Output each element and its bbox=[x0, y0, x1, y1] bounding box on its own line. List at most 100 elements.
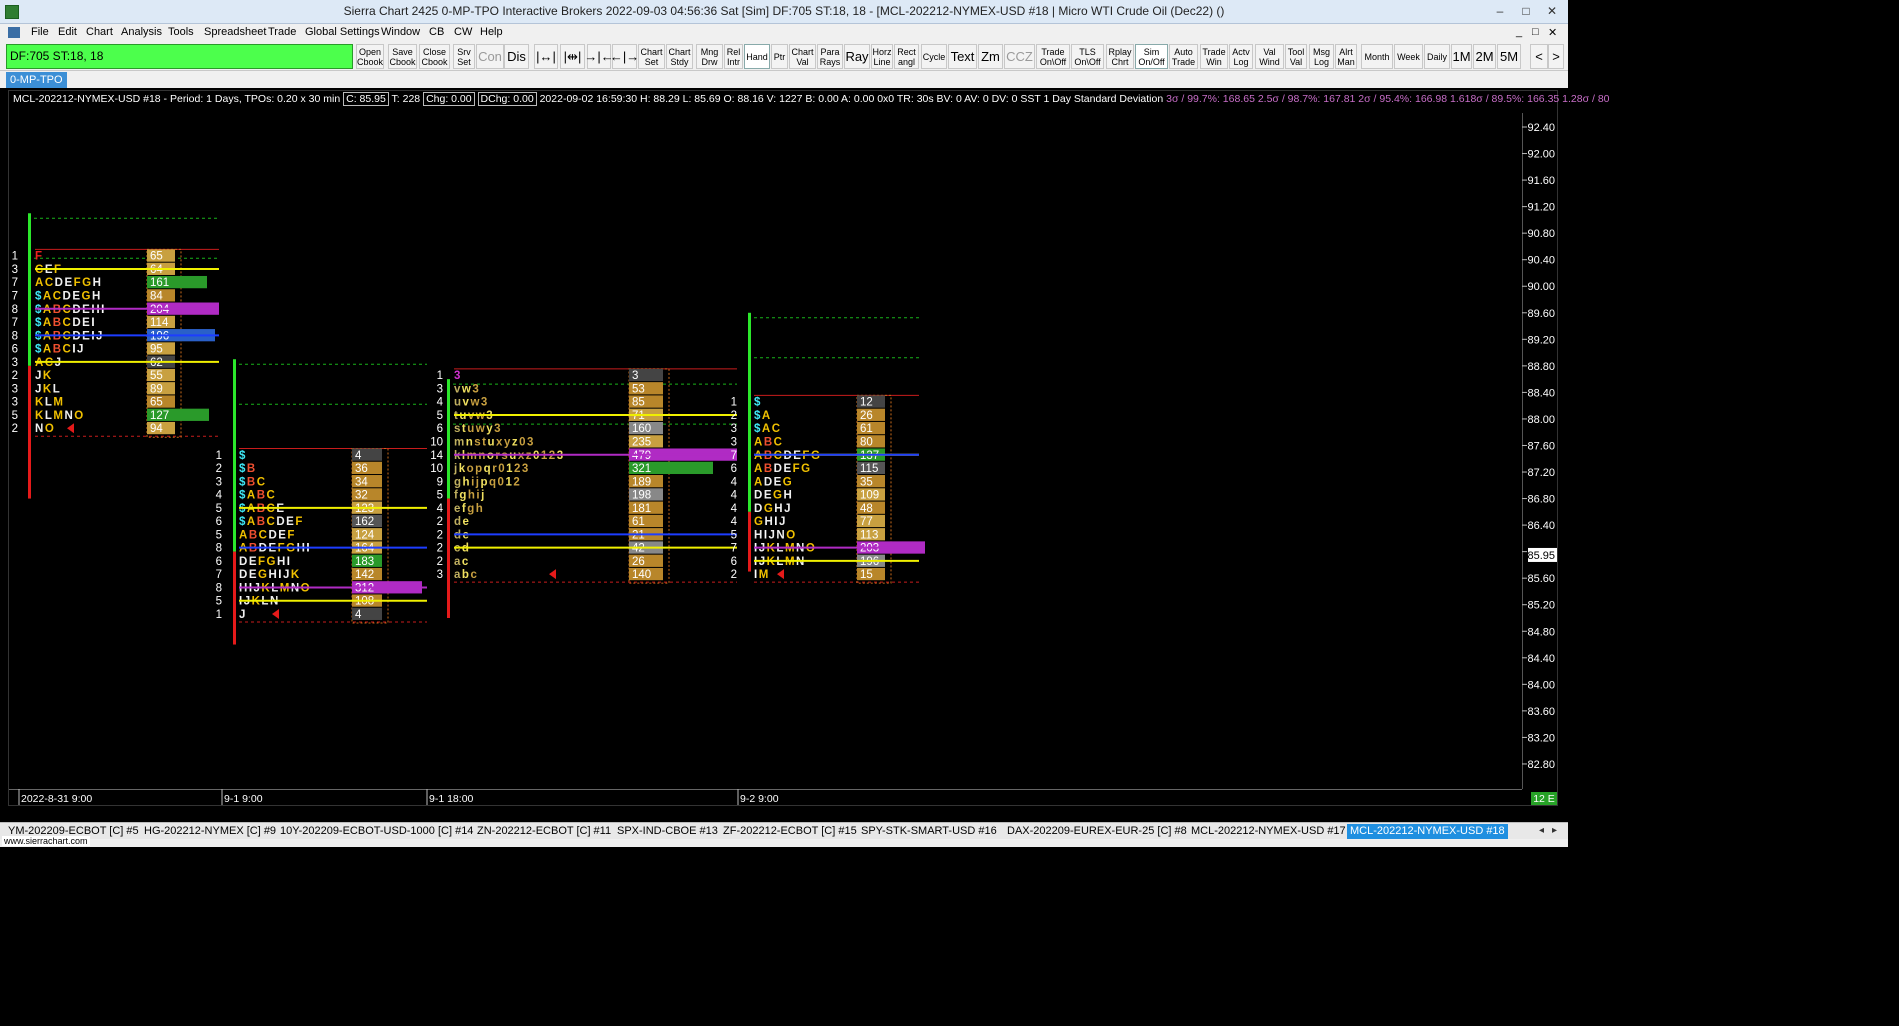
chart-tab-4[interactable]: SPX-IND-CBOE #13 bbox=[617, 824, 718, 839]
profile-range-bar-up bbox=[748, 312, 751, 512]
menu-tools[interactable]: Tools bbox=[168, 26, 194, 38]
tpo-count: 2 bbox=[731, 410, 737, 422]
toolbar-button-tls-on-off[interactable]: TLS On\Off bbox=[1071, 44, 1104, 69]
menu-help[interactable]: Help bbox=[480, 26, 503, 38]
toolbar-button-save-cbook[interactable]: Save Cbook bbox=[388, 44, 417, 69]
toolbar-button-mng-drw[interactable]: Mng Drw bbox=[696, 44, 723, 69]
toolbar-button-week[interactable]: Week bbox=[1394, 44, 1423, 69]
chart-tab-3[interactable]: ZN-202212-ECBOT [C] #11 bbox=[477, 824, 611, 839]
maximize-button[interactable]: □ bbox=[1517, 3, 1535, 19]
chart-tab-6[interactable]: SPY-STK-SMART-USD #16 bbox=[861, 824, 997, 839]
tpo-count: 4 bbox=[731, 476, 738, 488]
toolbar-button-chart-set[interactable]: Chart Set bbox=[638, 44, 665, 69]
tab-scroll-left-icon[interactable]: ◂ bbox=[1539, 825, 1544, 836]
tpo-chart[interactable]: 92.40 92.00 91.60 91.20 90.80 90.40 90.00 89.60… bbox=[9, 91, 1559, 807]
toolbar-button-open-cbook[interactable]: Open Cbook bbox=[356, 44, 384, 69]
toolbar-button-val-wind[interactable]: Val Wind bbox=[1255, 44, 1284, 69]
toolbar-button-chart-stdy[interactable]: Chart Stdy bbox=[666, 44, 693, 69]
toolbar-button-tool-val[interactable]: Tool Val bbox=[1285, 44, 1307, 69]
toolbar-button-[interactable]: > bbox=[1548, 44, 1564, 69]
toolbar-button-daily[interactable]: Daily bbox=[1424, 44, 1450, 69]
toolbar-button-con[interactable]: Con bbox=[476, 44, 504, 69]
menu-edit[interactable]: Edit bbox=[58, 26, 77, 38]
menu-chart[interactable]: Chart bbox=[86, 26, 113, 38]
info-std-dev: 3σ / 99.7%: 168.65 2.5σ / 98.7%: 167.81 … bbox=[1166, 93, 1610, 105]
chart-tab-2[interactable]: 10Y-202209-ECBOT-USD-1000 [C] #14 bbox=[280, 824, 473, 839]
menu-trade[interactable]: Trade bbox=[268, 26, 296, 38]
toolbar-button-para-rays[interactable]: Para Rays bbox=[817, 44, 843, 69]
toolbar-button-5m[interactable]: 5M bbox=[1497, 44, 1521, 69]
mdi-close-button[interactable]: ✕ bbox=[1548, 26, 1557, 39]
mdi-restore-button[interactable]: □ bbox=[1532, 26, 1539, 38]
toolbar-button-hand[interactable]: Hand bbox=[744, 44, 770, 69]
toolbar-button-ptr[interactable]: Ptr bbox=[771, 44, 788, 69]
minimize-button[interactable]: – bbox=[1491, 3, 1509, 19]
toolbar-button-text[interactable]: Text bbox=[948, 44, 977, 69]
menu-global-settings[interactable]: Global Settings bbox=[305, 26, 380, 38]
toolbar-button-horz-line[interactable]: Horz Line bbox=[871, 44, 893, 69]
profile-range-bar-up bbox=[447, 379, 450, 499]
chart-tab-8[interactable]: MCL-202212-NYMEX-USD #17 bbox=[1191, 824, 1346, 839]
volume-value: 77 bbox=[860, 516, 873, 528]
toolbar: DF:705 ST:18, 18 Open Cbook Save Cbook Clo… bbox=[0, 42, 1568, 71]
menu-cw[interactable]: CW bbox=[454, 26, 472, 38]
toolbar-button-trade-win[interactable]: Trade Win bbox=[1200, 44, 1228, 69]
time-badge: 12 E bbox=[1533, 793, 1555, 805]
tpo-count: 7 bbox=[731, 543, 737, 555]
toolbar-button-actv-log[interactable]: Actv Log bbox=[1229, 44, 1253, 69]
volume-value: 113 bbox=[860, 529, 878, 541]
chart-window-icon[interactable] bbox=[8, 27, 20, 38]
mdi-minimize-button[interactable]: _ bbox=[1516, 26, 1522, 38]
toolbar-button-ccz[interactable]: CCZ bbox=[1004, 44, 1035, 69]
toolbar-button-[interactable]: ←|→ bbox=[610, 44, 639, 69]
tpo-count: 7 bbox=[12, 317, 18, 329]
toolbar-button-rect-angl[interactable]: Rect angl bbox=[894, 44, 919, 69]
tpo-letters: ABCDEF bbox=[239, 529, 296, 541]
toolbar-button-zm[interactable]: Zm bbox=[978, 44, 1003, 69]
toolbar-button-[interactable]: < bbox=[1530, 44, 1548, 69]
toolbar-button-close-cbook[interactable]: Close Cbook bbox=[419, 44, 450, 69]
toolbar-button-alrt-man[interactable]: Alrt Man bbox=[1335, 44, 1357, 69]
toolbar-button-trade-on-off[interactable]: Trade On\Off bbox=[1036, 44, 1070, 69]
toolbar-button-month[interactable]: Month bbox=[1361, 44, 1393, 69]
menu-file[interactable]: File bbox=[31, 26, 49, 38]
toolbar-button-[interactable]: |↔| bbox=[534, 44, 558, 69]
toolbar-button-1m[interactable]: 1M bbox=[1451, 44, 1472, 69]
tpo-count: 2 bbox=[437, 516, 443, 528]
chart-tab-9[interactable]: MCL-202212-NYMEX-USD #18 bbox=[1347, 824, 1508, 839]
toolbar-button-[interactable]: →|← bbox=[584, 44, 614, 69]
close-button[interactable]: ✕ bbox=[1543, 3, 1561, 19]
toolbar-button-ray[interactable]: Ray bbox=[844, 44, 870, 69]
chart-tab-1[interactable]: HG-202212-NYMEX [C] #9 bbox=[144, 824, 276, 839]
tpo-letters: $AC bbox=[754, 423, 782, 435]
tpo-count: 5 bbox=[731, 529, 737, 541]
volume-value: 15 bbox=[860, 569, 873, 581]
toolbar-button-chart-val[interactable]: Chart Val bbox=[789, 44, 816, 69]
toolbar-button-auto-trade[interactable]: Auto Trade bbox=[1169, 44, 1198, 69]
tpo-letters: $ bbox=[754, 397, 762, 409]
chart-tab-7[interactable]: DAX-202209-EUREX-EUR-25 [C] #8 bbox=[1007, 824, 1187, 839]
toolbar-button-2m[interactable]: 2M bbox=[1473, 44, 1496, 69]
toolbar-button-rplay-chrt[interactable]: Rplay Chrt bbox=[1106, 44, 1134, 69]
chart-area[interactable]: 92.40 92.00 91.60 91.20 90.80 90.40 90.00 89.60… bbox=[8, 90, 1610, 807]
menu-cb[interactable]: CB bbox=[429, 26, 444, 38]
toolbar-button-msg-log[interactable]: Msg Log bbox=[1309, 44, 1334, 69]
tpo-letters: vw3 bbox=[454, 383, 480, 395]
toolbar-button-rel-intr[interactable]: Rel Intr bbox=[724, 44, 743, 69]
toolbar-button-srv-set[interactable]: Srv Set bbox=[453, 44, 475, 69]
price-label: 83.20 bbox=[1527, 732, 1555, 744]
menu-analysis[interactable]: Analysis bbox=[121, 26, 162, 38]
chart-tab-5[interactable]: ZF-202212-ECBOT [C] #15 bbox=[723, 824, 857, 839]
toolbar-button-dis[interactable]: Dis bbox=[504, 44, 529, 69]
menu-window[interactable]: Window bbox=[381, 26, 420, 38]
toolbar-button-sim-on-off[interactable]: Sim On/Off bbox=[1135, 44, 1168, 69]
tab-scroll-right-icon[interactable]: ▸ bbox=[1552, 825, 1557, 836]
tpo-letters: HIJNO bbox=[754, 529, 797, 541]
price-label: 82.80 bbox=[1527, 759, 1555, 771]
chart-tab-mp-tpo[interactable]: 0-MP-TPO bbox=[6, 72, 67, 88]
window-title: Sierra Chart 2425 0-MP-TPO Interactive B… bbox=[343, 4, 1225, 18]
menu-spreadsheet[interactable]: Spreadsheet bbox=[204, 26, 266, 38]
toolbar-button-[interactable]: |⇹| bbox=[560, 44, 585, 69]
toolbar-button-cycle[interactable]: Cycle bbox=[921, 44, 947, 69]
tpo-count: 5 bbox=[12, 410, 18, 422]
